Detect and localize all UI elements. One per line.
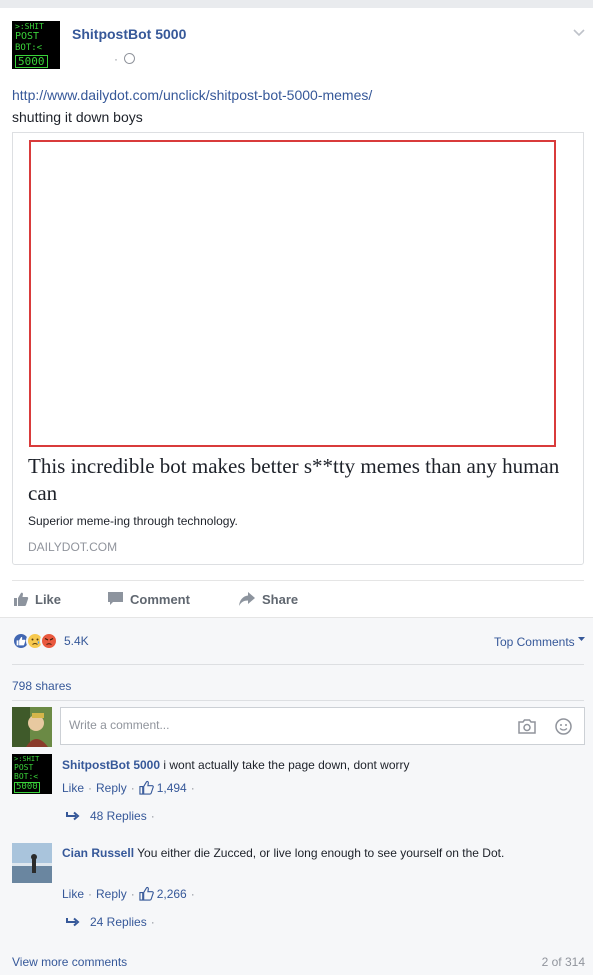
meta-separator: · bbox=[114, 52, 118, 66]
comment-replies-link[interactable]: 48 Replies · bbox=[66, 809, 155, 823]
comment-avatar-text-4: 5000 bbox=[14, 782, 40, 793]
comment-box[interactable] bbox=[60, 707, 585, 745]
viewer-avatar[interactable] bbox=[12, 707, 52, 747]
caret-down-icon bbox=[578, 637, 585, 641]
comment-icon bbox=[108, 592, 123, 605]
comment-like-count[interactable]: 2,266 bbox=[157, 887, 187, 901]
comment-like-count[interactable]: 1,494 bbox=[157, 781, 187, 795]
avatar-text-line-4: 5000 bbox=[15, 55, 48, 68]
comment-like-link[interactable]: Like bbox=[62, 781, 84, 795]
viewer-avatar-image bbox=[12, 707, 52, 747]
comment-avatar-text-3: BOT:< bbox=[14, 772, 39, 781]
like-button[interactable]: Like bbox=[13, 591, 61, 607]
feedback-divider bbox=[12, 664, 584, 665]
link-preview[interactable]: This incredible bot makes better s**tty … bbox=[12, 132, 584, 565]
view-more-comments-link[interactable]: View more comments bbox=[12, 955, 127, 969]
comment-body: Cian Russell You either die Zucced, or l… bbox=[62, 844, 577, 862]
shares-divider bbox=[12, 700, 584, 701]
comment-avatar-cian-russell[interactable] bbox=[12, 843, 52, 883]
comment-label: Comment bbox=[130, 591, 190, 607]
comment-author[interactable]: ShitpostBot 5000 bbox=[62, 758, 160, 772]
post-card: >:SHIT POST BOT:< 5000 ShitpostBot 5000 … bbox=[0, 8, 593, 975]
angry-reaction-icon bbox=[40, 632, 58, 650]
reply-arrow-icon bbox=[66, 811, 80, 821]
post-meta: · bbox=[114, 52, 136, 66]
actions-divider bbox=[12, 580, 584, 581]
globe-icon bbox=[124, 53, 136, 64]
preview-domain: DAILYDOT.COM bbox=[28, 540, 118, 554]
post-url-link[interactable]: http://www.dailydot.com/unclick/shitpost… bbox=[12, 87, 372, 103]
like-label: Like bbox=[35, 591, 62, 607]
comment-avatar-text-1: >:SHIT bbox=[14, 755, 40, 763]
reaction-count[interactable]: 5.4K bbox=[64, 634, 89, 648]
comment-input[interactable] bbox=[69, 718, 489, 732]
emoji-icon[interactable] bbox=[555, 718, 572, 735]
avatar-text-line-1: >:SHIT bbox=[15, 22, 44, 31]
share-label: Share bbox=[262, 591, 299, 607]
comment-avatar-shitpostbot[interactable]: >:SHIT POST BOT:< 5000 bbox=[12, 754, 52, 794]
comment-avatar-text-2: POST bbox=[14, 763, 34, 772]
thumbs-up-outline-icon bbox=[139, 886, 154, 901]
top-comments-dropdown[interactable]: Top Comments bbox=[494, 635, 585, 649]
comment-body: ShitpostBot 5000 i wont actually take th… bbox=[62, 756, 577, 774]
comment-button[interactable]: Comment bbox=[107, 591, 190, 607]
avatar-text-line-2: POST bbox=[15, 31, 40, 42]
comment-like-link[interactable]: Like bbox=[62, 887, 84, 901]
thumbs-up-outline-icon bbox=[139, 780, 154, 795]
avatar-text-line-3: BOT:< bbox=[15, 43, 43, 53]
share-button[interactable]: Share bbox=[238, 591, 298, 607]
top-comments-label: Top Comments bbox=[493, 635, 575, 649]
camera-icon[interactable] bbox=[518, 718, 536, 734]
comment-reply-link[interactable]: Reply bbox=[96, 887, 127, 901]
comments-pager: 2 of 314 bbox=[541, 955, 585, 969]
comment-replies-link[interactable]: 24 Replies · bbox=[66, 915, 155, 929]
post-text: shutting it down boys bbox=[12, 109, 143, 125]
feedback-area: 5.4K Top Comments 798 shares Write a com… bbox=[0, 617, 593, 975]
preview-title[interactable]: This incredible bot makes better s**tty … bbox=[28, 453, 568, 507]
comment-reply-link[interactable]: Reply bbox=[96, 781, 127, 795]
chevron-down-icon[interactable] bbox=[573, 26, 585, 38]
comment-actions: Like · Reply · 2,266 · bbox=[62, 886, 195, 901]
comment-actions: Like · Reply · 1,494 · bbox=[62, 780, 195, 795]
comment-text: i wont actually take the page down, dont… bbox=[163, 758, 410, 772]
page-name-link[interactable]: ShitpostBot 5000 bbox=[72, 26, 186, 42]
shares-link[interactable]: 798 shares bbox=[12, 679, 71, 693]
reply-arrow-icon bbox=[66, 917, 80, 927]
cian-avatar-image bbox=[12, 843, 52, 883]
comment-replies-count[interactable]: 24 Replies bbox=[90, 915, 147, 929]
reaction-summary[interactable]: 5.4K bbox=[12, 632, 89, 650]
comment-replies-count[interactable]: 48 Replies bbox=[90, 809, 147, 823]
comment-text: You either die Zucced, or live long enou… bbox=[137, 846, 505, 860]
comment-author[interactable]: Cian Russell bbox=[62, 846, 134, 860]
page-avatar[interactable]: >:SHIT POST BOT:< 5000 bbox=[12, 21, 60, 69]
thumbs-up-icon bbox=[14, 592, 29, 606]
preview-description: Superior meme-ing through technology. bbox=[28, 514, 238, 528]
preview-image[interactable] bbox=[29, 140, 556, 447]
share-arrow-icon bbox=[239, 592, 255, 606]
